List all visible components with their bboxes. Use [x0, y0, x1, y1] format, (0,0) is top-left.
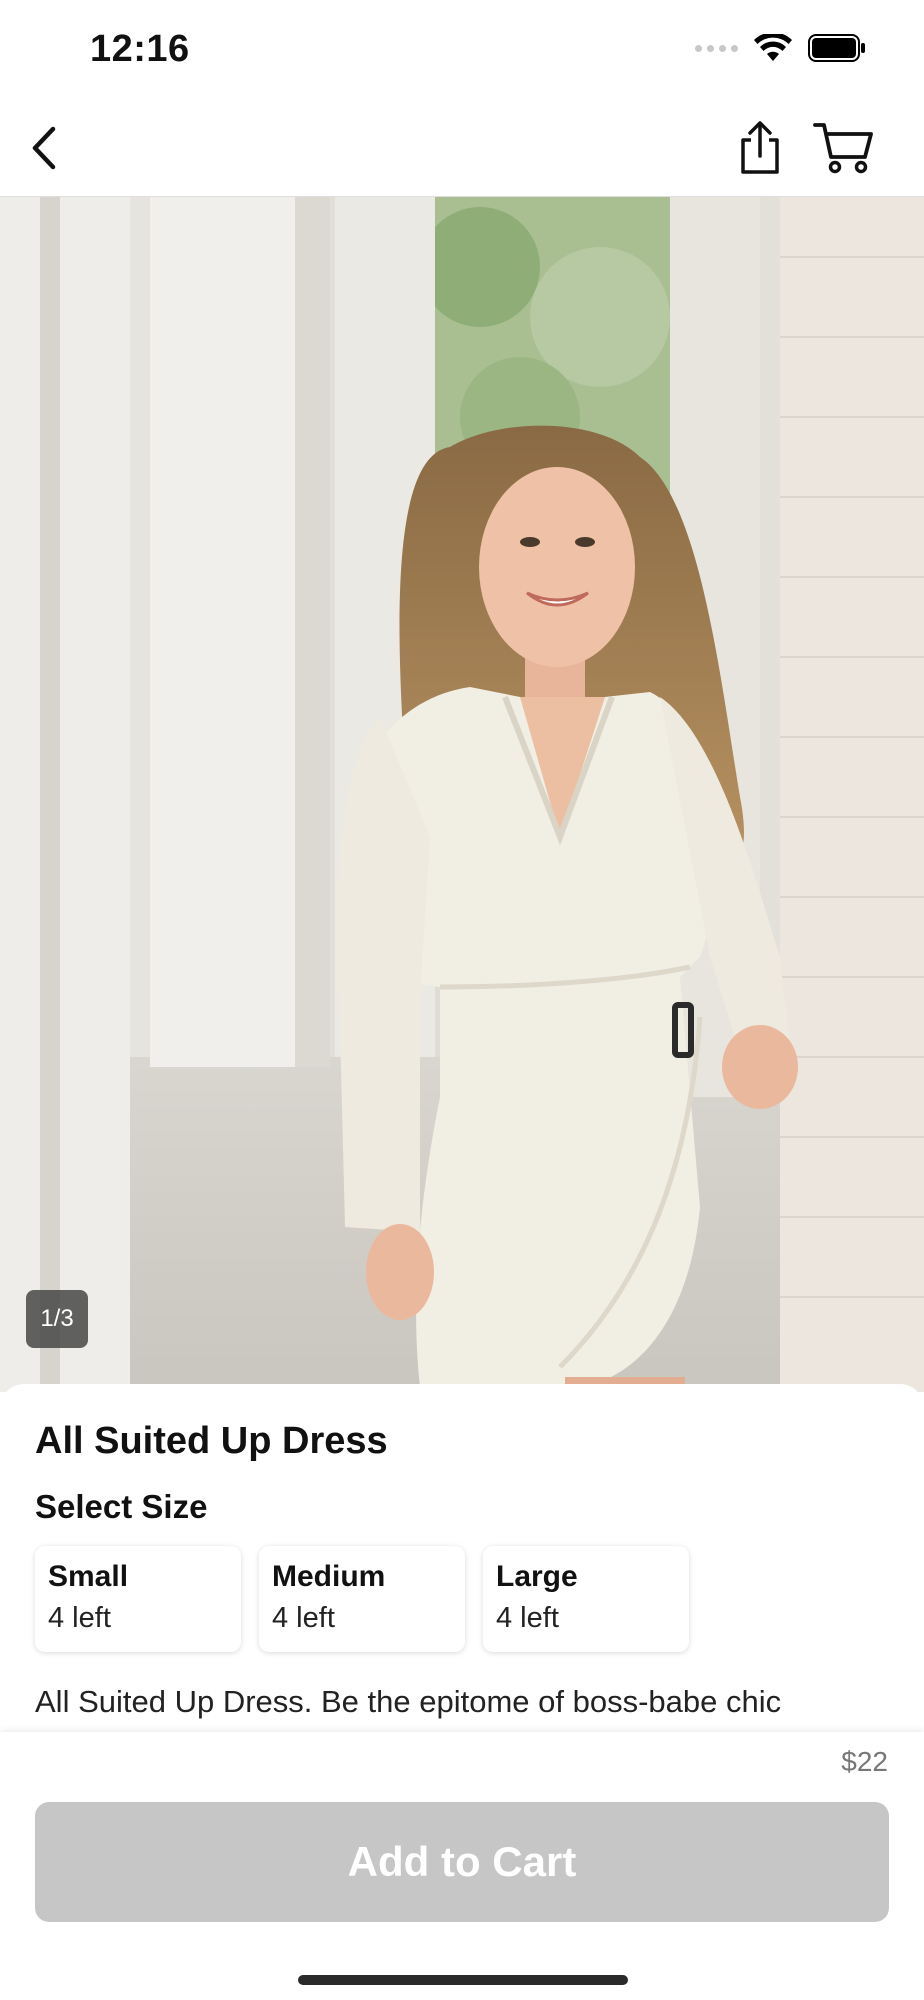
cart-icon [813, 123, 873, 174]
status-bar: 12:16 [0, 0, 924, 100]
size-name: Small [48, 1560, 129, 1593]
image-counter-badge: 1/3 [26, 1290, 88, 1348]
product-title: All Suited Up Dress [35, 1420, 388, 1462]
cellular-signal-icon [695, 44, 738, 52]
purchase-bar: $22 Add to Cart [0, 1732, 924, 2000]
size-heading: Select Size [35, 1488, 208, 1525]
back-button[interactable] [20, 120, 68, 176]
share-icon [741, 121, 779, 174]
size-stock: 4 left [48, 1602, 111, 1634]
home-indicator[interactable] [298, 1975, 628, 1985]
size-options: Small 4 left Medium 4 left Large 4 left [35, 1546, 689, 1652]
product-image[interactable] [0, 197, 924, 1392]
wifi-icon [754, 34, 792, 61]
size-name: Large [496, 1560, 578, 1593]
battery-icon [808, 34, 865, 62]
size-option-medium[interactable]: Medium 4 left [259, 1546, 465, 1652]
product-photo-scene [0, 197, 924, 1392]
share-button[interactable] [730, 116, 790, 180]
product-details-sheet: All Suited Up Dress Select Size Small 4 … [0, 1384, 924, 1734]
product-price: $22 [841, 1746, 888, 1777]
add-to-cart-button[interactable]: Add to Cart [35, 1802, 889, 1922]
size-option-large[interactable]: Large 4 left [483, 1546, 689, 1652]
chevron-left-icon [32, 126, 56, 170]
size-stock: 4 left [496, 1602, 559, 1634]
cart-button[interactable] [810, 116, 878, 180]
status-time: 12:16 [90, 28, 190, 70]
size-option-small[interactable]: Small 4 left [35, 1546, 241, 1652]
status-icons [695, 34, 866, 62]
size-name: Medium [272, 1560, 386, 1593]
size-stock: 4 left [272, 1602, 335, 1634]
product-description: All Suited Up Dress. Be the epitome of b… [35, 1684, 782, 1719]
navigation-bar [0, 100, 924, 197]
